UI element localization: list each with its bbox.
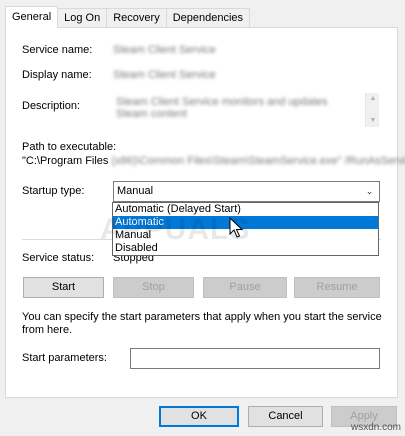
path-rest: (x86)\Common Files\Steam\SteamService.ex…	[111, 155, 405, 167]
startup-type-dropdown: Automatic (Delayed Start) Automatic Manu…	[112, 202, 379, 256]
startup-type-label: Startup type:	[22, 185, 85, 197]
cancel-button[interactable]: Cancel	[248, 406, 323, 427]
display-name-value: Steam Client Service	[113, 69, 216, 81]
scroll-up-icon[interactable]: ▲	[366, 93, 379, 105]
ok-button[interactable]: OK	[159, 406, 239, 427]
stop-button[interactable]: Stop	[113, 277, 194, 298]
tab-dependencies[interactable]: Dependencies	[165, 8, 251, 28]
start-parameters-label: Start parameters:	[22, 352, 107, 364]
path-prefix: "C:\Program Files	[22, 155, 112, 167]
display-name-label: Display name:	[22, 69, 92, 81]
resume-button[interactable]: Resume	[294, 277, 380, 298]
tab-recovery[interactable]: Recovery	[106, 8, 167, 28]
startup-type-select[interactable]: Manual ⌄	[113, 181, 380, 202]
pause-button[interactable]: Pause	[203, 277, 287, 298]
option-disabled[interactable]: Disabled	[113, 242, 378, 255]
start-button[interactable]: Start	[23, 277, 104, 298]
start-parameters-input[interactable]	[130, 348, 380, 369]
description-scrollbar[interactable]: ▲ ▼	[365, 93, 379, 127]
start-params-info: You can specify the start parameters tha…	[22, 311, 382, 336]
scroll-down-icon[interactable]: ▼	[366, 115, 379, 127]
tab-strip: General Log On Recovery Dependencies	[5, 6, 251, 28]
option-manual[interactable]: Manual	[113, 229, 378, 242]
description-label: Description:	[22, 100, 81, 112]
chevron-down-icon[interactable]: ⌄	[361, 183, 378, 200]
service-name-label: Service name:	[22, 44, 93, 56]
mouse-cursor-icon	[229, 217, 243, 238]
option-automatic[interactable]: Automatic	[113, 216, 378, 229]
description-value: Steam Client Service monitors and update…	[116, 96, 328, 120]
service-name-value: Steam Client Service	[113, 44, 216, 56]
path-label: Path to executable:	[22, 141, 117, 153]
option-automatic-delayed[interactable]: Automatic (Delayed Start)	[113, 203, 378, 216]
description-box: Steam Client Service monitors and update…	[113, 92, 380, 128]
tab-log-on[interactable]: Log On	[57, 8, 108, 28]
site-watermark: wsxdn.com	[350, 422, 401, 433]
path-value: "C:\Program Files (x86)\Common Files\Ste…	[22, 155, 405, 167]
service-status-label: Service status:	[22, 252, 95, 264]
tab-general[interactable]: General	[5, 6, 59, 28]
startup-type-value: Manual	[117, 185, 154, 197]
